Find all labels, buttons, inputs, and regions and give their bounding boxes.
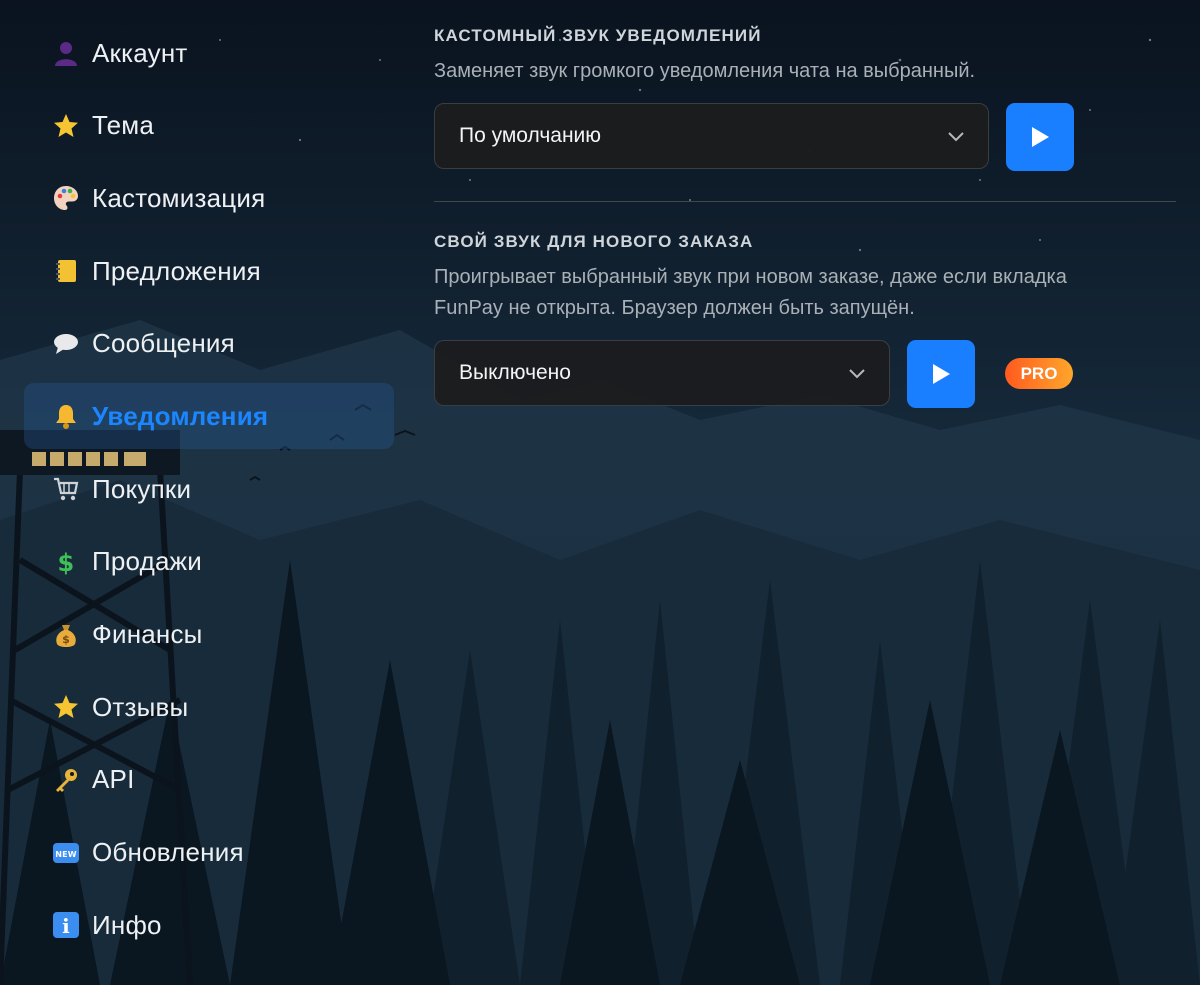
sidebar-item-offers[interactable]: Предложения [24, 238, 394, 304]
sidebar-item-label: Обновления [92, 837, 244, 868]
svg-text:$: $ [58, 549, 75, 576]
shopping-cart-icon [52, 475, 80, 503]
speech-bubble-icon [52, 330, 80, 358]
custom-sound-select-value: По умолчанию [459, 124, 602, 147]
section-divider [434, 201, 1176, 202]
sidebar-item-reviews[interactable]: Отзывы [24, 674, 394, 740]
custom-sound-select[interactable]: По умолчанию [434, 103, 989, 169]
sidebar-item-label: Отзывы [92, 691, 189, 722]
sidebar-item-info[interactable]: i Инфо [24, 892, 394, 958]
settings-sidebar: Аккаунт Тема Кастомизация Предложения Со… [24, 20, 394, 965]
palette-icon [52, 184, 80, 212]
sidebar-item-label: Инфо [92, 909, 162, 940]
play-icon [933, 364, 950, 384]
sidebar-item-purchases[interactable]: Покупки [24, 456, 394, 522]
sidebar-item-label: Аккаунт [92, 37, 188, 68]
sidebar-item-account[interactable]: Аккаунт [24, 20, 394, 86]
order-sound-description-line1: Проигрывает выбранный звук при новом зак… [434, 266, 1067, 288]
custom-sound-section-title: КАСТОМНЫЙ ЗВУК УВЕДОМЛЕНИЙ [434, 26, 762, 45]
order-sound-select[interactable]: Выключено [434, 340, 890, 406]
sidebar-item-label: Уведомления [92, 400, 269, 431]
star-icon [52, 112, 80, 140]
bell-icon [52, 402, 80, 430]
play-icon [1032, 127, 1049, 147]
user-silhouette-icon [52, 39, 80, 67]
svg-text:$: $ [62, 633, 70, 646]
order-sound-description: Проигрывает выбранный звук при новом зак… [434, 262, 1176, 324]
pro-badge: PRO [1005, 358, 1073, 389]
sidebar-item-label: Финансы [92, 619, 203, 649]
sidebar-item-updates[interactable]: NEW Обновления [24, 820, 394, 886]
sidebar-item-label: Сообщения [92, 328, 235, 359]
sidebar-item-label: Предложения [92, 255, 261, 286]
sidebar-item-label: Продажи [92, 546, 202, 577]
order-sound-select-value: Выключено [459, 361, 571, 384]
notebook-icon [52, 257, 80, 285]
chevron-down-icon [849, 369, 865, 379]
sidebar-item-label: Кастомизация [92, 182, 266, 213]
sidebar-item-label: Покупки [92, 473, 192, 504]
svg-text:NEW: NEW [55, 850, 77, 859]
chevron-down-icon [948, 132, 964, 142]
order-sound-section-title: СВОЙ ЗВУК ДЛЯ НОВОГО ЗАКАЗА [434, 232, 754, 251]
new-badge-icon: NEW [52, 839, 80, 867]
sidebar-item-sales[interactable]: $ Продажи [24, 529, 394, 595]
sidebar-item-notifications[interactable]: Уведомления [24, 383, 394, 450]
sidebar-item-label: API [92, 764, 135, 795]
custom-sound-description: Заменяет звук громкого уведомления чата … [434, 60, 976, 82]
custom-sound-play-button[interactable] [1006, 103, 1074, 171]
sidebar-item-label: Тема [92, 110, 155, 141]
order-sound-description-line2: FunPay не открыта. Браузер должен быть з… [434, 297, 915, 319]
sidebar-item-finances[interactable]: $ Финансы [24, 602, 394, 668]
order-sound-play-button[interactable] [907, 340, 975, 408]
info-icon: i [52, 911, 80, 939]
sidebar-item-api[interactable]: API [24, 747, 394, 813]
key-icon [52, 766, 80, 794]
svg-text:i: i [62, 914, 70, 938]
sidebar-item-customization[interactable]: Кастомизация [24, 165, 394, 231]
sidebar-item-messages[interactable]: Сообщения [24, 311, 394, 377]
dollar-sign-icon: $ [52, 548, 80, 576]
sidebar-item-theme[interactable]: Тема [24, 93, 394, 159]
money-bag-icon: $ [52, 621, 80, 649]
star-icon [52, 693, 80, 721]
